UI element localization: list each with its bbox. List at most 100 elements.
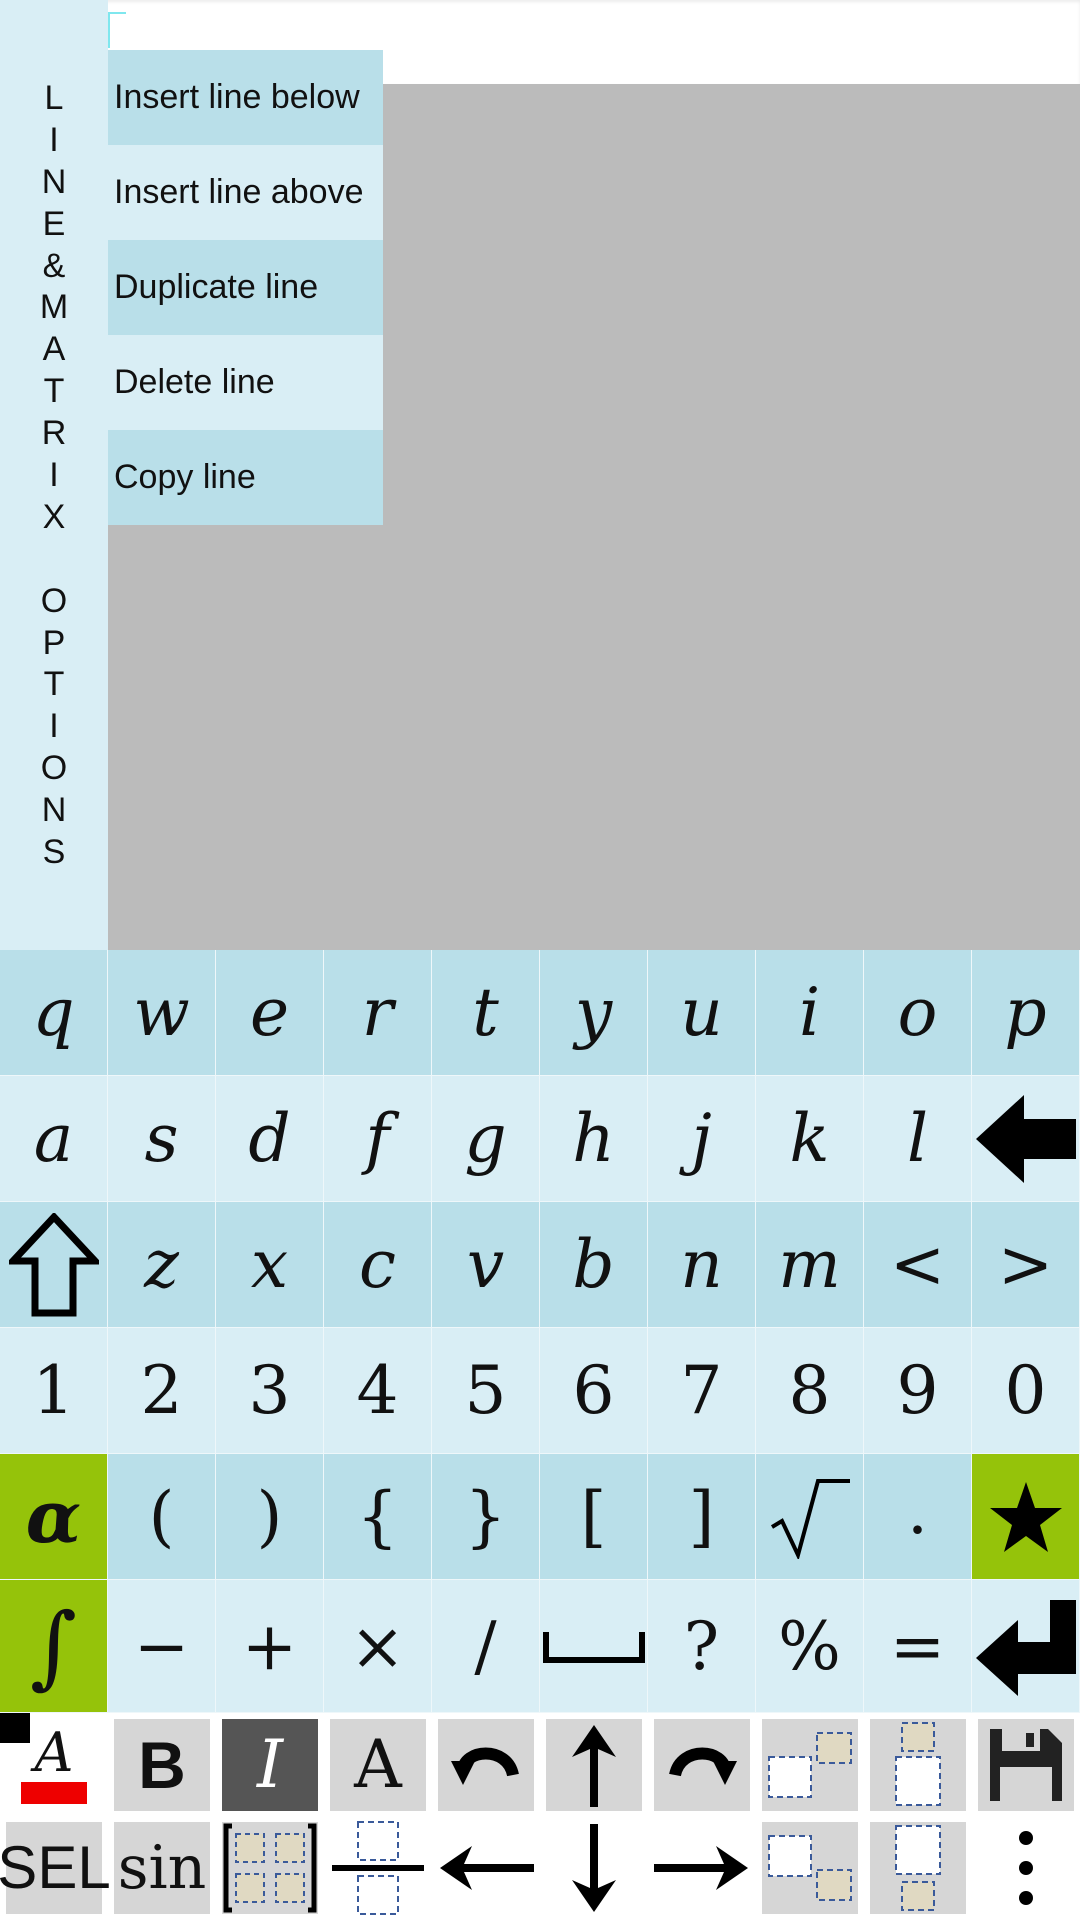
- enter-key[interactable]: [972, 1580, 1080, 1713]
- key-f[interactable]: f: [324, 1076, 432, 1202]
- key-u[interactable]: u: [648, 950, 756, 1076]
- key-equals[interactable]: =: [864, 1580, 972, 1713]
- shift-key[interactable]: [0, 1202, 108, 1328]
- cursor-down-button[interactable]: [540, 1816, 648, 1919]
- italic-button[interactable]: I: [216, 1713, 324, 1816]
- cursor-right-button[interactable]: [648, 1816, 756, 1919]
- panel-title-char: E: [42, 204, 66, 243]
- panel-title-char: [0, 539, 108, 581]
- undo-button[interactable]: [432, 1713, 540, 1816]
- key-left-paren[interactable]: (: [108, 1454, 216, 1580]
- cursor-up-button[interactable]: [540, 1713, 648, 1816]
- panel-title-char: L: [44, 79, 64, 117]
- backspace-key[interactable]: [972, 1076, 1080, 1202]
- font-style-button[interactable]: A: [324, 1713, 432, 1816]
- key-8[interactable]: 8: [756, 1328, 864, 1454]
- key-plus[interactable]: +: [216, 1580, 324, 1713]
- menu-delete-line[interactable]: Delete line: [108, 335, 383, 430]
- panel-title-char: M: [39, 288, 69, 327]
- key-right-brace[interactable]: }: [432, 1454, 540, 1580]
- key-left-bracket[interactable]: [: [540, 1454, 648, 1580]
- text-color-button[interactable]: A: [0, 1713, 108, 1816]
- matrix-button[interactable]: [216, 1816, 324, 1919]
- key-a[interactable]: a: [0, 1076, 108, 1202]
- save-button[interactable]: [972, 1713, 1080, 1816]
- key-question[interactable]: ?: [648, 1580, 756, 1713]
- key-t[interactable]: t: [432, 950, 540, 1076]
- menu-duplicate-line[interactable]: Duplicate line: [108, 240, 383, 335]
- underset-button[interactable]: [864, 1816, 972, 1919]
- key-7[interactable]: 7: [648, 1328, 756, 1454]
- key-greater-than[interactable]: >: [972, 1202, 1080, 1328]
- select-button[interactable]: SEL: [0, 1816, 111, 1919]
- key-n[interactable]: n: [648, 1202, 756, 1328]
- key-x[interactable]: x: [216, 1202, 324, 1328]
- panel-title-char: I: [49, 120, 59, 159]
- key-i[interactable]: i: [756, 950, 864, 1076]
- key-s[interactable]: s: [108, 1076, 216, 1202]
- key-right-paren[interactable]: ): [216, 1454, 324, 1580]
- key-left-brace[interactable]: {: [324, 1454, 432, 1580]
- key-m[interactable]: m: [756, 1202, 864, 1328]
- panel-title-char: I: [49, 707, 59, 746]
- overset-button[interactable]: [864, 1713, 972, 1816]
- space-key[interactable]: [540, 1580, 648, 1713]
- key-y[interactable]: y: [540, 950, 648, 1076]
- calculus-key[interactable]: ∫: [0, 1580, 108, 1713]
- key-2[interactable]: 2: [108, 1328, 216, 1454]
- menu-copy-line[interactable]: Copy line: [108, 430, 383, 525]
- key-1[interactable]: 1: [0, 1328, 108, 1454]
- key-dot[interactable]: .: [864, 1454, 972, 1580]
- key-g[interactable]: g: [432, 1076, 540, 1202]
- key-percent[interactable]: %: [756, 1580, 864, 1713]
- square-root-key[interactable]: [756, 1454, 864, 1580]
- key-b[interactable]: b: [540, 1202, 648, 1328]
- panel-title-char: O: [40, 749, 68, 788]
- key-right-bracket[interactable]: ]: [648, 1454, 756, 1580]
- favorites-key[interactable]: [972, 1454, 1080, 1580]
- key-j[interactable]: j: [648, 1076, 756, 1202]
- menu-insert-line-below[interactable]: Insert line below: [108, 50, 383, 145]
- key-z[interactable]: z: [108, 1202, 216, 1328]
- key-e[interactable]: e: [216, 950, 324, 1076]
- key-slash[interactable]: /: [432, 1580, 540, 1713]
- fraction-button[interactable]: [324, 1816, 432, 1919]
- more-options-button[interactable]: [972, 1816, 1080, 1919]
- key-p[interactable]: p: [972, 950, 1080, 1076]
- key-5[interactable]: 5: [432, 1328, 540, 1454]
- bold-button[interactable]: B: [108, 1713, 216, 1816]
- font-label: A: [330, 1718, 426, 1811]
- subscript-button[interactable]: [756, 1816, 864, 1919]
- key-w[interactable]: w: [108, 950, 216, 1076]
- redo-button[interactable]: [648, 1713, 756, 1816]
- key-c[interactable]: c: [324, 1202, 432, 1328]
- key-3[interactable]: 3: [216, 1328, 324, 1454]
- keyboard-row-5: α ( ) { } [ ] .: [0, 1454, 1080, 1580]
- key-6[interactable]: 6: [540, 1328, 648, 1454]
- toolbar-row-1: A B I A: [0, 1713, 1080, 1816]
- key-d[interactable]: d: [216, 1076, 324, 1202]
- menu-insert-line-above[interactable]: Insert line above: [108, 145, 383, 240]
- key-4[interactable]: 4: [324, 1328, 432, 1454]
- panel-title-char: P: [42, 623, 66, 662]
- key-k[interactable]: k: [756, 1076, 864, 1202]
- superscript-button[interactable]: [756, 1713, 864, 1816]
- key-l[interactable]: l: [864, 1076, 972, 1202]
- key-0[interactable]: 0: [972, 1328, 1080, 1454]
- key-times[interactable]: ×: [324, 1580, 432, 1713]
- functions-button[interactable]: sin: [108, 1816, 216, 1919]
- greek-letters-key[interactable]: α: [0, 1454, 108, 1580]
- italic-label: I: [222, 1718, 318, 1811]
- key-o[interactable]: o: [864, 950, 972, 1076]
- cursor-left-button[interactable]: [432, 1816, 540, 1919]
- key-h[interactable]: h: [540, 1076, 648, 1202]
- key-v[interactable]: v: [432, 1202, 540, 1328]
- key-minus[interactable]: −: [108, 1580, 216, 1713]
- key-q[interactable]: q: [0, 950, 108, 1076]
- space-icon: [542, 1632, 645, 1663]
- key-r[interactable]: r: [324, 950, 432, 1076]
- keyboard-row-2: a s d f g h j k l: [0, 1076, 1080, 1202]
- select-label: SEL: [0, 1821, 111, 1914]
- key-9[interactable]: 9: [864, 1328, 972, 1454]
- key-less-than[interactable]: <: [864, 1202, 972, 1328]
